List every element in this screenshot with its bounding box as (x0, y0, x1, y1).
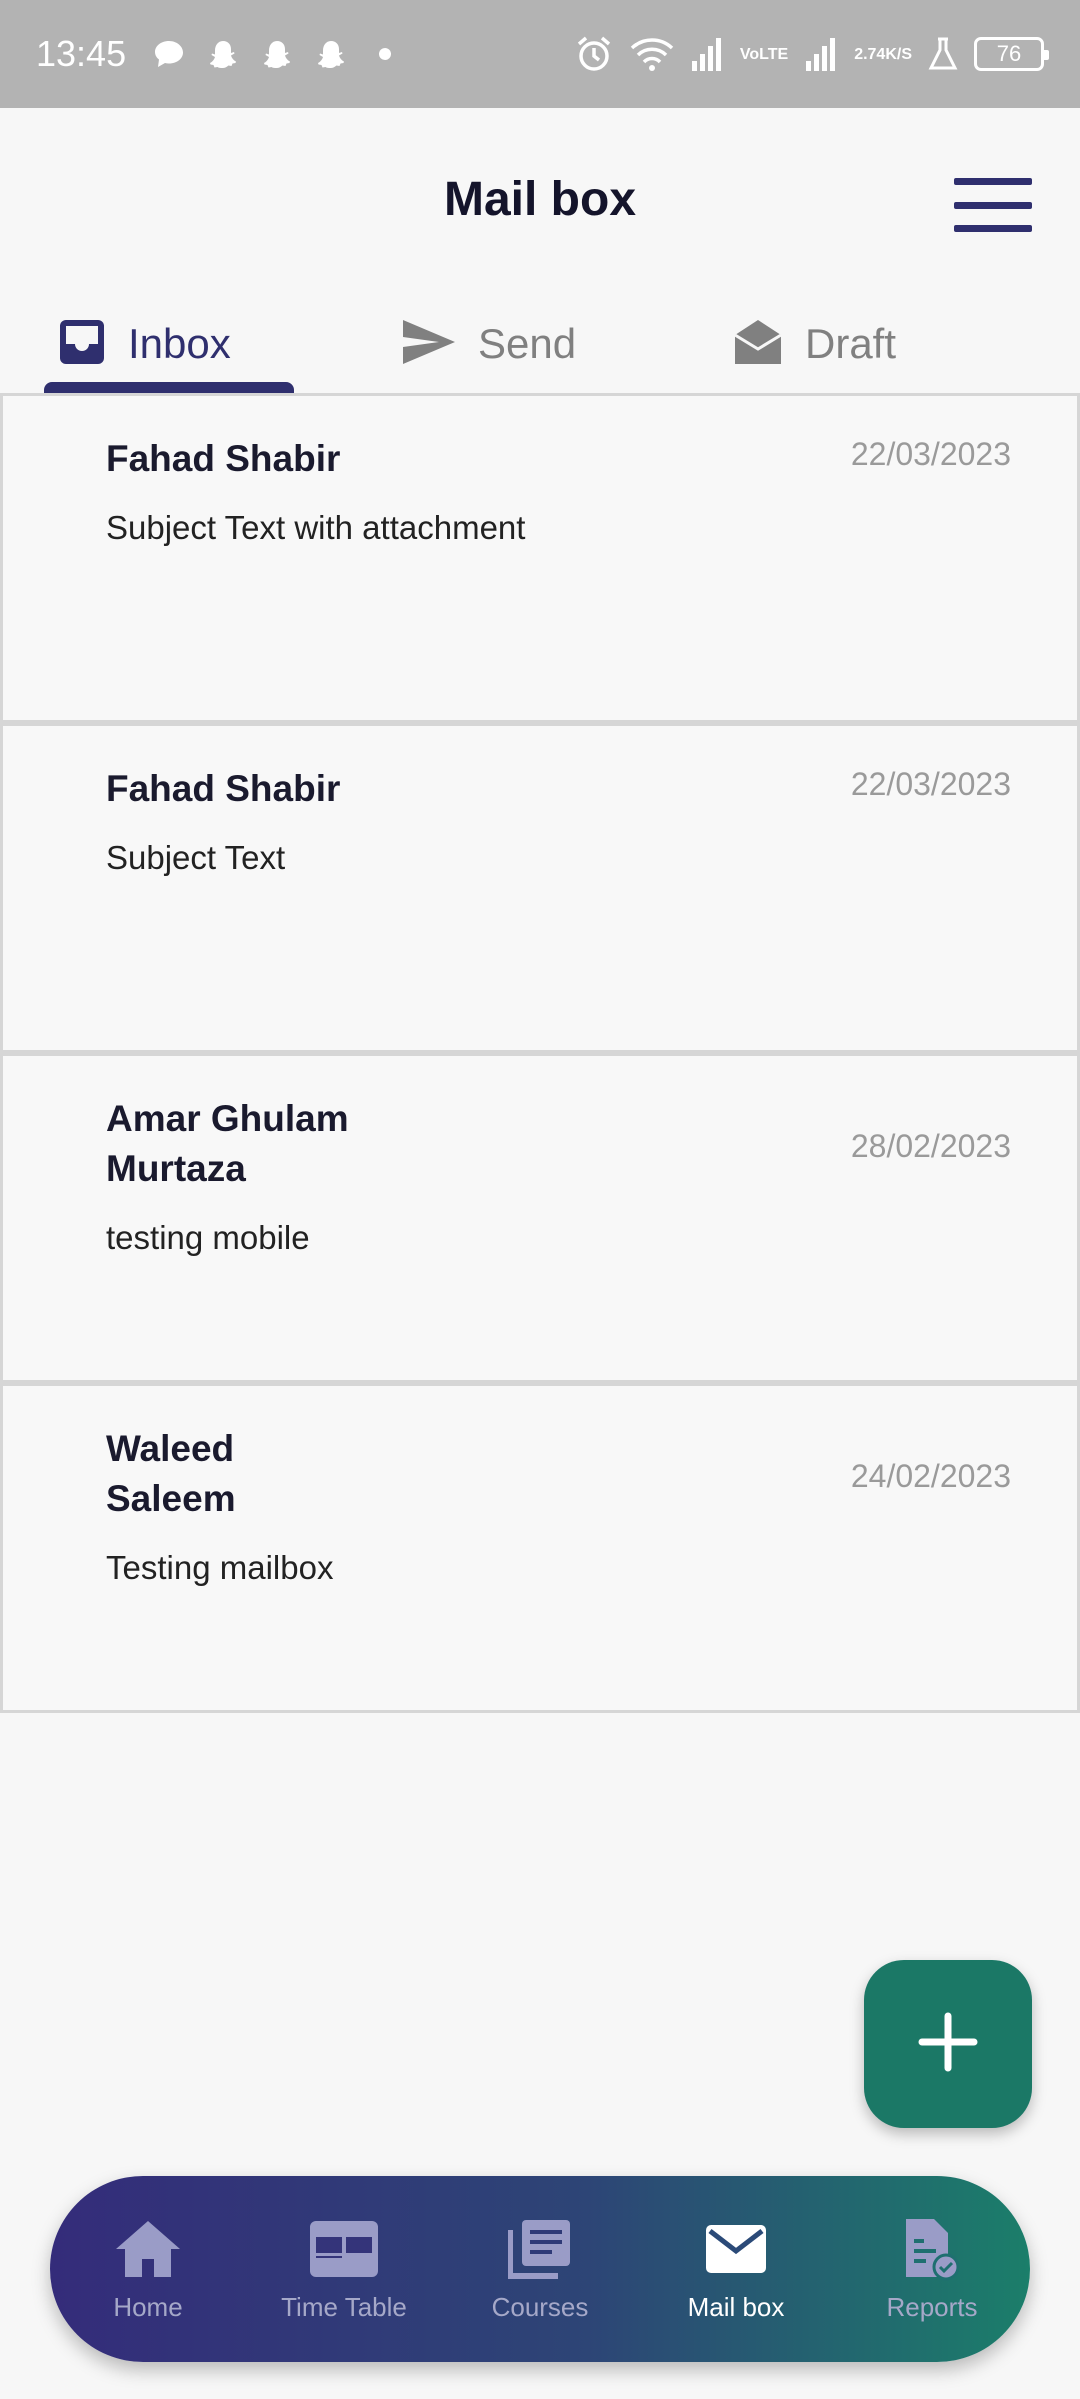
nav-item-courses[interactable]: Courses (442, 2176, 638, 2362)
volte-bottom: LTE (759, 45, 789, 63)
mail-sender: Fahad Shabir (106, 768, 341, 809)
nav-item-reports[interactable]: Reports (834, 2176, 1030, 2362)
alarm-clock-icon (574, 34, 614, 74)
snapchat-icon (206, 37, 240, 71)
battery-indicator: 76 (974, 37, 1049, 71)
mail-sender: Fahad Shabir (106, 438, 341, 479)
grid-table-icon (308, 2214, 380, 2284)
tab-inbox-label: Inbox (128, 320, 231, 367)
volte-top: Vo (739, 45, 760, 63)
mail-tabs: Inbox Send Draft (0, 298, 1080, 396)
mail-subject: testing mobile (106, 1219, 310, 1256)
volte-indicator: Vo LTE (740, 46, 788, 63)
signal-strength-icon (804, 37, 838, 71)
more-notifications-dot-icon (368, 37, 402, 71)
inbox-tray-icon (58, 318, 106, 371)
nav-item-home[interactable]: Home (50, 2176, 246, 2362)
page-title: Mail box (443, 173, 637, 226)
network-speed: 2.74 K/S (854, 46, 912, 63)
mail-list: Fahad Shabir 22/03/2023 Subject Text wit… (0, 393, 1080, 1713)
send-icon (402, 319, 456, 370)
nav-label-courses: Courses (491, 2292, 589, 2322)
mail-icon (704, 2214, 768, 2284)
mail-subject: Subject Text with attachment (106, 509, 526, 546)
mail-date: 24/02/2023 (850, 1458, 1011, 1494)
mail-list-item[interactable]: Fahad Shabir 22/03/2023 Subject Text wit… (0, 393, 1080, 723)
open-envelope-icon (733, 317, 783, 372)
system-status-icons: Vo LTE 2.74 K/S 76 (574, 34, 1049, 74)
mail-list-item[interactable]: Waleed Saleem 24/02/2023 Testing mailbox (0, 1383, 1080, 1713)
mail-sender: Amar Ghulam Murtaza (106, 1098, 349, 1189)
signal-strength-icon (690, 37, 724, 71)
mail-date: 22/03/2023 (850, 766, 1011, 802)
mailbox-screen: 13:45 Vo LTE 2.74 K/S 76 Mail box Inbox … (0, 0, 1080, 2399)
mail-subject: Subject Text (106, 839, 286, 876)
bottom-navigation: Home Time Table Courses Mail box Reports (50, 2176, 1030, 2362)
nav-label-reports: Reports (886, 2292, 978, 2322)
nav-label-home: Home (113, 2292, 183, 2322)
app-header: Mail box (0, 108, 1080, 298)
mail-list-item[interactable]: Fahad Shabir 22/03/2023 Subject Text (0, 723, 1080, 1053)
status-bar: 13:45 Vo LTE 2.74 K/S 76 (0, 0, 1080, 108)
library-books-icon (508, 2214, 572, 2284)
snapchat-icon (314, 37, 348, 71)
mail-subject: Testing mailbox (106, 1549, 334, 1586)
snapchat-icon (260, 37, 294, 71)
net-speed-unit: K/S (885, 45, 912, 63)
net-speed-value: 2.74 (854, 45, 886, 63)
compose-mail-button[interactable] (864, 1960, 1032, 2128)
tab-send[interactable]: Send (402, 298, 576, 390)
home-icon (114, 2214, 182, 2284)
nav-label-mail-box: Mail box (687, 2292, 785, 2322)
mail-date: 22/03/2023 (850, 436, 1011, 472)
tab-draft[interactable]: Draft (733, 298, 896, 390)
nav-label-time-table: Time Table (281, 2292, 407, 2322)
chat-bubble-icon (152, 37, 186, 71)
mail-sender: Waleed Saleem (106, 1428, 236, 1519)
mail-date: 28/02/2023 (850, 1128, 1011, 1164)
tab-send-label: Send (478, 320, 577, 367)
tab-draft-label: Draft (805, 320, 897, 367)
wifi-icon (630, 36, 674, 72)
mail-list-item[interactable]: Amar Ghulam Murtaza 28/02/2023 testing m… (0, 1053, 1080, 1383)
lab-flask-icon (928, 37, 958, 71)
notification-icons (152, 37, 402, 71)
nav-item-time-table[interactable]: Time Table (246, 2176, 442, 2362)
plus-icon (918, 2012, 978, 2077)
nav-item-mail-box[interactable]: Mail box (638, 2176, 834, 2362)
status-time: 13:45 (36, 33, 127, 74)
hamburger-menu-icon[interactable] (954, 178, 1032, 232)
report-document-icon (902, 2214, 962, 2284)
tab-inbox[interactable]: Inbox (58, 298, 231, 390)
